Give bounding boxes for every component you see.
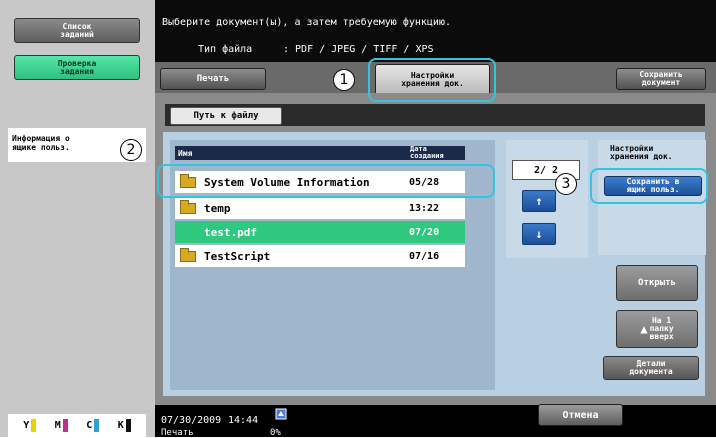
open-button[interactable]: Открыть [616,265,698,301]
toner-m-bar [62,419,68,432]
callout-ring-file-row [157,164,495,198]
callout-ring-save-box [590,168,708,204]
network-icon [275,408,287,420]
job-list-button[interactable]: Список заданий [14,18,140,43]
check-job-button[interactable]: Проверка задания [14,55,140,80]
toner-indicator: Y M C K [8,414,146,437]
up-arrow-icon: ▲ [640,322,648,336]
cancel-button[interactable]: Отмена [538,404,623,426]
file-row[interactable]: TestScript 07/16 [175,245,465,267]
callout-badge-1: 1 [333,69,355,91]
scroll-up-button[interactable]: ↑ [522,190,556,212]
tab-save-document[interactable]: Сохранить документ [616,68,706,90]
file-name: TestScript [204,249,271,263]
file-date: 07/16 [409,250,440,262]
toner-k: K [118,419,131,432]
toner-y-bar [31,419,37,432]
up-folder-label: На 1 папку вверх [649,316,674,341]
arrow-down-icon: ↓ [535,227,543,241]
file-date: 07/20 [409,226,440,238]
up-folder-button[interactable]: ▲ На 1 папку вверх [616,310,698,348]
toner-c-bar [94,419,100,432]
toner-m: M [55,419,68,432]
instruction-text: Выберите документ(ы), а затем требуемую … [162,17,451,28]
file-name: test.pdf [204,225,257,239]
file-date: 13:22 [409,202,440,214]
header-date: Дата создания [410,145,444,160]
header-name: Имя [178,149,193,158]
toner-y: Y [23,419,37,432]
tab-print[interactable]: Печать [160,68,266,90]
callout-ring-storage-tab [368,58,496,102]
settings-label: Настройки хранения док. [610,144,673,161]
file-row-selected[interactable]: test.pdf 07/20 [175,221,465,243]
status-time: 14:44 [228,415,259,426]
document-details-button[interactable]: Детали документа [603,356,699,380]
status-date: 07/30/2009 [161,415,222,426]
scroll-down-button[interactable]: ↓ [522,223,556,245]
folder-icon [180,247,196,262]
toner-c-letter: C [86,420,93,431]
toner-c: C [86,419,100,432]
filetype-value: : PDF / JPEG / TIFF / XPS [283,44,434,55]
callout-badge-3: 3 [555,173,577,195]
file-name: temp [204,201,231,215]
toner-m-letter: M [54,420,61,431]
file-path-button[interactable]: Путь к файлу [170,107,282,125]
folder-icon [180,199,196,214]
callout-badge-2: 2 [120,139,142,161]
file-row[interactable]: temp 13:22 [175,197,465,219]
toner-k-bar [125,419,131,432]
toner-k-letter: K [117,420,124,431]
arrow-up-icon: ↑ [535,194,543,208]
filetype-label: Тип файла [198,44,253,55]
toner-y-letter: Y [23,420,30,431]
